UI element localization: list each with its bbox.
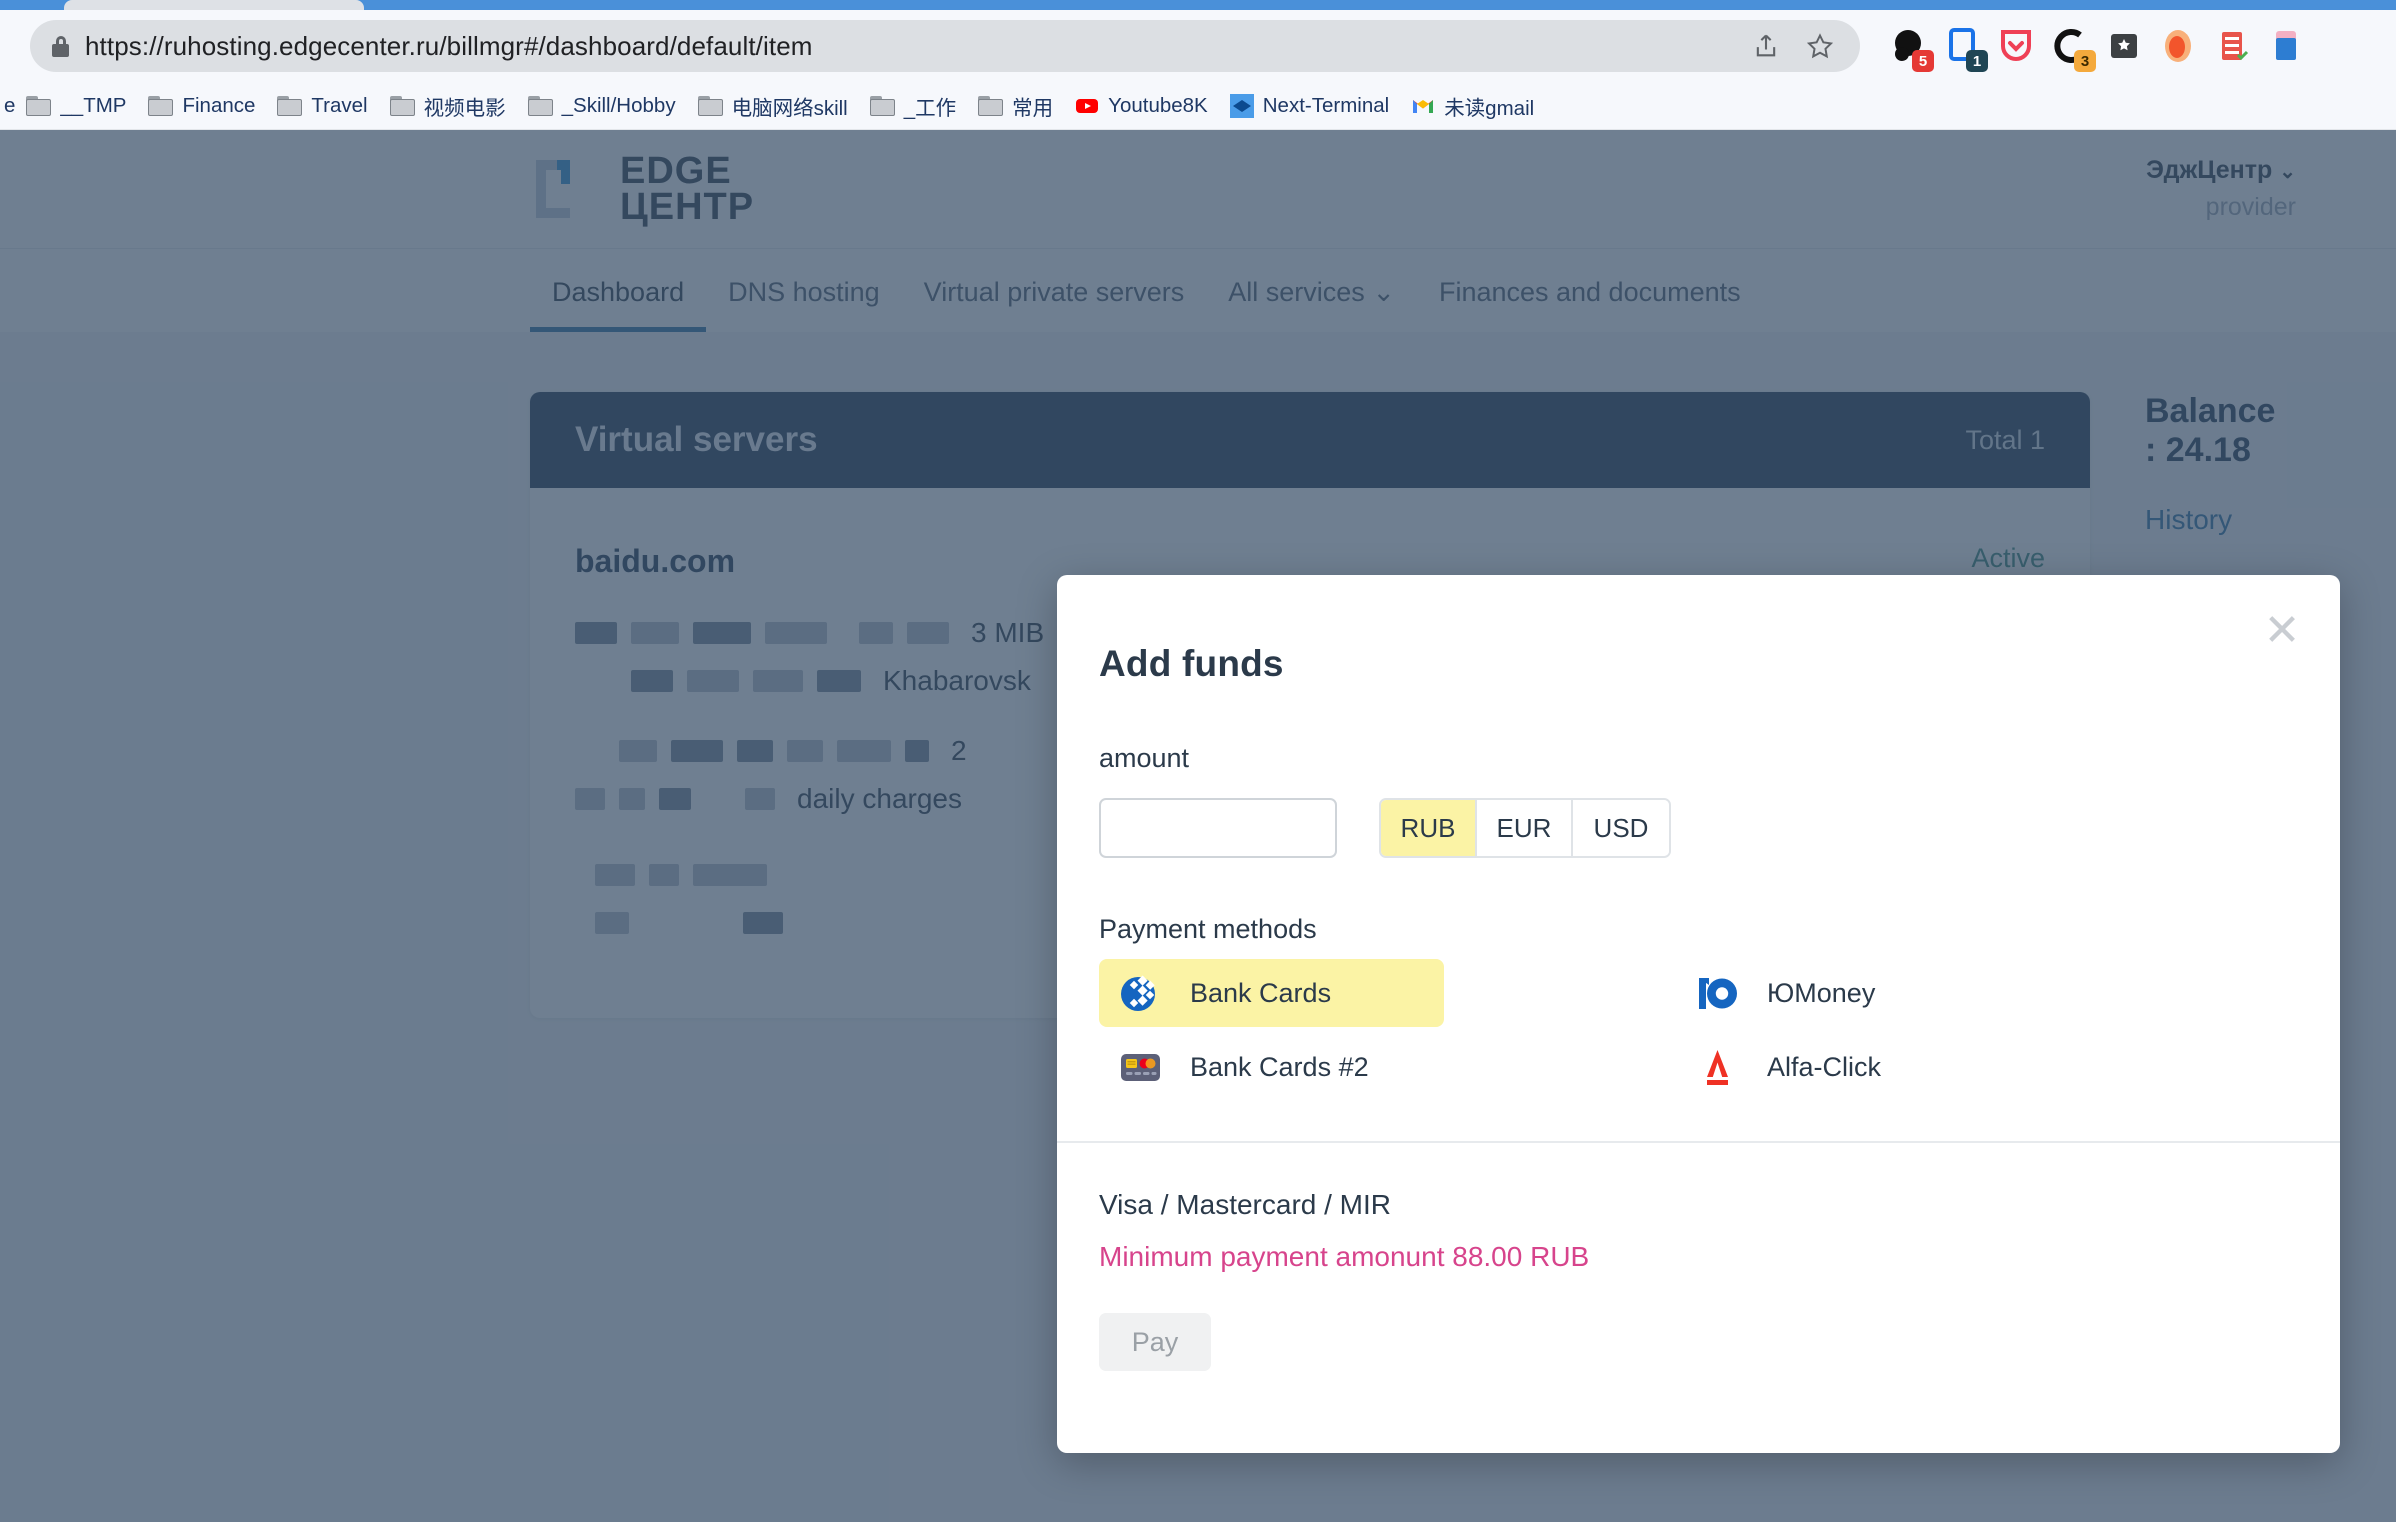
bookmark-label: Travel: [311, 93, 368, 117]
pay-button[interactable]: Pay: [1099, 1313, 1211, 1371]
extension-badge: 5: [1912, 50, 1934, 72]
bookmark-label: 常用: [1012, 96, 1054, 120]
bookmark-common[interactable]: 常用: [967, 86, 1064, 126]
gmail-icon: [1411, 94, 1435, 118]
payment-method-label: Bank Cards: [1190, 977, 1332, 1008]
payment-methods-label: Payment methods: [1099, 914, 1317, 944]
extension-dark-circle[interactable]: 5: [1888, 26, 1934, 72]
bookmark-youtube8k[interactable]: Youtube8K: [1064, 89, 1219, 123]
bookmark-label: 电脑网络skill: [731, 96, 848, 120]
bookmark-label: __TMP: [60, 93, 127, 117]
bookmark-label: 视频电影: [423, 96, 506, 120]
payment-method-yoomoney[interactable]: ЮMoney: [1676, 959, 2021, 1027]
payment-info-title: Visa / Mastercard / MIR: [1099, 1189, 1392, 1220]
bookmark-label: _Skill/Hobby: [561, 93, 676, 117]
youtube-icon: [1075, 94, 1099, 118]
bookmarks-bar: e __TMP Finance Travel 视频电影 _Skill/Hobby…: [0, 82, 2396, 130]
payment-method-label: Bank Cards #2: [1190, 1051, 1369, 1082]
bookmark-unread-gmail[interactable]: 未读gmail: [1400, 86, 1545, 126]
credit-card-icon: [1117, 1044, 1164, 1091]
yoomoney-icon: [1694, 970, 1741, 1017]
url-text: https://ruhosting.edgecenter.ru/billmgr#…: [85, 30, 813, 61]
bookmark-finance[interactable]: Finance: [137, 89, 266, 123]
folder-icon: [978, 95, 1004, 116]
folder-icon: [277, 95, 303, 116]
modal-title: Add funds: [1099, 643, 1284, 684]
folder-icon: [148, 95, 174, 116]
bookmark-label: 未读gmail: [1444, 96, 1535, 120]
bookmark-video[interactable]: 视频电影: [379, 86, 517, 126]
webmoney-icon: [1117, 970, 1164, 1017]
payment-method-bank-cards[interactable]: Bank Cards: [1099, 959, 1444, 1027]
alfabank-icon: [1694, 1044, 1741, 1091]
share-icon[interactable]: [1752, 32, 1780, 60]
browser-window: https://ruhosting.edgecenter.ru/billmgr#…: [0, 0, 2396, 1522]
bookmark-label: _工作: [903, 96, 957, 120]
bookmark-tmp[interactable]: __TMP: [15, 89, 137, 123]
extension-blue-card[interactable]: [2266, 26, 2306, 66]
add-funds-modal: ✕ Add funds amount RUB EUR USD Payment m…: [1057, 575, 2340, 1453]
folder-icon: [26, 95, 52, 116]
bookmark-next-terminal[interactable]: Next-Terminal: [1219, 89, 1400, 123]
payment-method-alfa-click[interactable]: Alfa-Click: [1676, 1033, 2021, 1101]
bookmark-skill-hobby[interactable]: _Skill/Hobby: [517, 89, 687, 123]
payment-methods-grid: Bank Cards ЮMoney Bank Cards #2 Alfa-Cli…: [1099, 959, 2340, 1101]
bookmark-network-skill[interactable]: 电脑网络skill: [687, 86, 859, 126]
bookmark-label: Finance: [182, 93, 256, 117]
extension-pocket[interactable]: [1996, 26, 2036, 66]
minimum-payment-note: Minimum payment amonunt 88.00 RUB: [1099, 1241, 1590, 1272]
bookmark-work[interactable]: _工作: [859, 86, 967, 126]
payment-method-label: Alfa-Click: [1767, 1051, 1882, 1082]
active-tab[interactable]: [64, 0, 364, 10]
bookmark-travel[interactable]: Travel: [266, 89, 378, 123]
folder-icon: [869, 95, 895, 116]
extension-badge: 1: [1966, 50, 1988, 72]
extension-orange-blob[interactable]: [2158, 26, 2198, 66]
amount-input[interactable]: [1099, 798, 1337, 858]
amount-label: amount: [1099, 743, 1190, 773]
folder-icon: [697, 95, 723, 116]
currency-eur[interactable]: EUR: [1477, 800, 1573, 856]
bookmark-label: Next-Terminal: [1262, 93, 1390, 117]
extension-stamp[interactable]: [2104, 26, 2144, 66]
tab-strip: [0, 0, 2396, 10]
extension-badge: 3: [2074, 50, 2096, 72]
currency-selector: RUB EUR USD: [1379, 798, 1671, 858]
star-bookmark-icon[interactable]: [1806, 32, 1834, 60]
lock-icon: [52, 35, 69, 57]
address-bar[interactable]: https://ruhosting.edgecenter.ru/billmgr#…: [30, 20, 1860, 72]
bookmark-label: Youtube8K: [1108, 93, 1208, 117]
close-icon[interactable]: ✕: [2260, 609, 2304, 655]
modal-footer: Visa / Mastercard / MIR Minimum payment …: [1057, 1143, 2340, 1371]
payment-method-bank-cards-2[interactable]: Bank Cards #2: [1099, 1033, 1444, 1101]
currency-rub[interactable]: RUB: [1381, 800, 1477, 856]
extension-c-ring[interactable]: 3: [2050, 26, 2096, 72]
folder-icon: [389, 95, 415, 116]
browser-toolbar: https://ruhosting.edgecenter.ru/billmgr#…: [0, 10, 2396, 82]
folder-icon: [527, 95, 553, 116]
bookmark-truncated[interactable]: e: [0, 94, 15, 118]
extension-onetab[interactable]: 1: [1942, 26, 1988, 72]
extension-red-list[interactable]: [2212, 26, 2252, 66]
currency-usd[interactable]: USD: [1573, 800, 1669, 856]
extension-toolbar: 5 1 3: [1888, 26, 2306, 72]
payment-method-label: ЮMoney: [1767, 977, 1876, 1008]
next-terminal-icon: [1229, 93, 1254, 118]
